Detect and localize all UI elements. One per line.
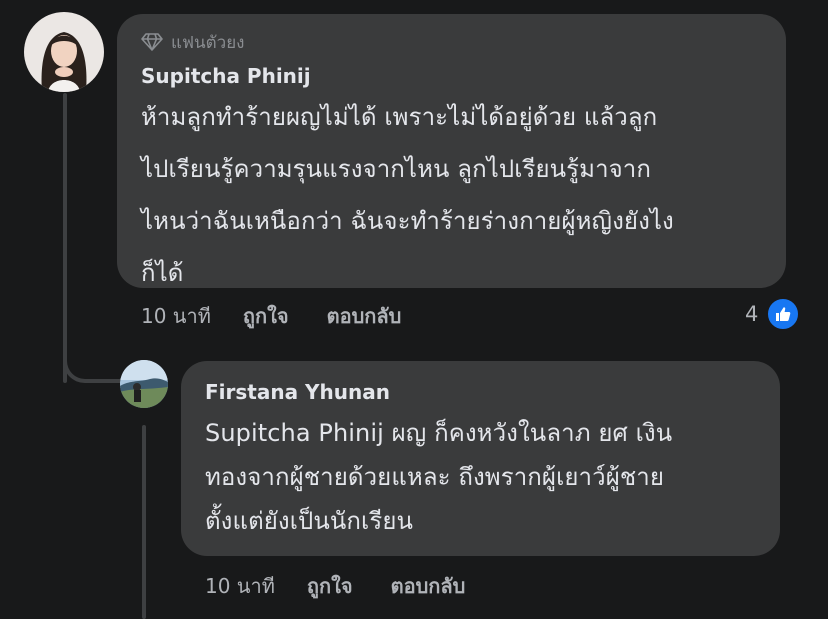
top-fan-badge[interactable]: แฟนตัวยง (141, 29, 760, 55)
comment-author[interactable]: Supitcha Phinij (141, 61, 760, 91)
reply-timestamp[interactable]: 10 นาที (205, 570, 275, 602)
reaction-count: 4 (745, 302, 759, 326)
like-button[interactable]: ถูกใจ (307, 570, 353, 602)
comment-timestamp[interactable]: 10 นาที (141, 300, 211, 332)
diamond-icon (141, 33, 163, 51)
avatar[interactable] (24, 12, 104, 92)
comment-actions: 10 นาที ถูกใจ ตอบกลับ (141, 300, 401, 332)
like-button[interactable]: ถูกใจ (243, 300, 289, 332)
comment-bubble: แฟนตัวยง Supitcha Phinij ห้ามลูกทำร้ายผญ… (117, 14, 786, 288)
reply-text: Supitcha Phinij ผญ ก็คงหวังในลาภ ยศ เงิน… (205, 419, 673, 535)
reply-thread-line (142, 425, 146, 619)
avatar[interactable] (120, 360, 168, 408)
reply-button[interactable]: ตอบกลับ (391, 570, 466, 602)
badge-label: แฟนตัวยง (171, 32, 245, 53)
thumbs-up-icon (766, 297, 801, 331)
profile-photo-icon (120, 360, 168, 408)
profile-photo-icon (24, 12, 104, 92)
reaction-summary[interactable]: 4 (745, 297, 801, 331)
thread-connector (63, 330, 123, 383)
reply-button[interactable]: ตอบกลับ (327, 300, 402, 332)
reply-actions: 10 นาที ถูกใจ ตอบกลับ (205, 570, 465, 602)
comment-text: ห้ามลูกทำร้ายผญไม่ได้ เพราะไม่ได้อยู่ด้ว… (141, 103, 674, 287)
reply-author[interactable]: Firstana Yhunan (205, 377, 754, 407)
reply-bubble: Firstana Yhunan Supitcha Phinij ผญ ก็คงห… (181, 361, 780, 556)
